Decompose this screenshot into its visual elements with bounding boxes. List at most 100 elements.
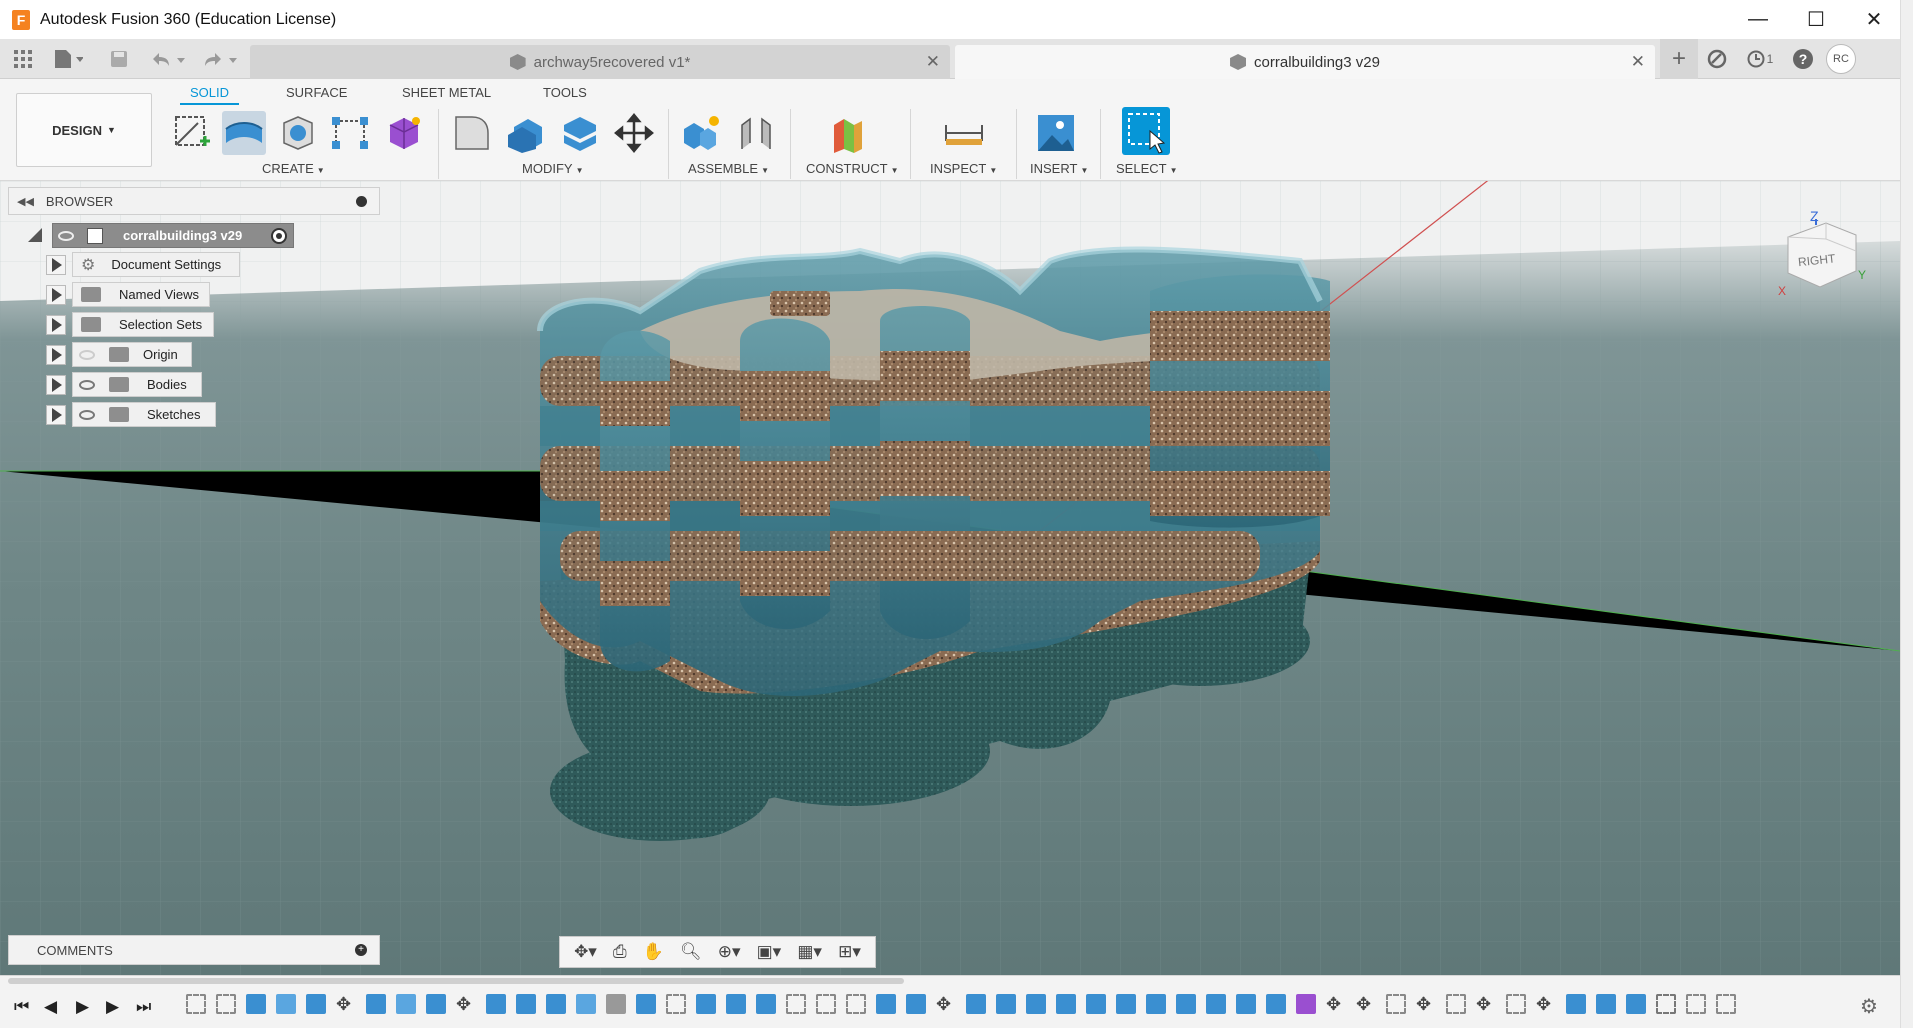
tab-tools[interactable]: TOOLS <box>543 85 587 105</box>
pan-hand-icon[interactable]: ✋ <box>643 942 664 962</box>
timeline-shell-icon[interactable] <box>396 994 416 1014</box>
timeline-sketch-icon[interactable] <box>666 994 686 1014</box>
press-pull-icon[interactable] <box>504 111 548 155</box>
group-select[interactable]: SELECT ▼ <box>1116 161 1178 176</box>
timeline-move-icon[interactable]: ✥ <box>936 994 956 1014</box>
move-copy-icon[interactable] <box>612 111 656 155</box>
timeline-settings-gear-icon[interactable]: ⚙ <box>1860 994 1878 1019</box>
timeline-extrude-icon[interactable] <box>756 994 776 1014</box>
timeline-extrude-icon[interactable] <box>726 994 746 1014</box>
timeline-extrude-icon[interactable] <box>1116 994 1136 1014</box>
maximize-button[interactable]: ☐ <box>1787 0 1845 39</box>
timeline-extrude-icon[interactable] <box>426 994 446 1014</box>
timeline-scrollbar[interactable] <box>8 978 904 984</box>
expand-triangle-icon[interactable] <box>46 285 66 305</box>
timeline-extrude-icon[interactable] <box>1266 994 1286 1014</box>
activate-radio-icon[interactable] <box>271 228 287 244</box>
timeline-move-icon[interactable]: ✥ <box>1476 994 1496 1014</box>
help-button[interactable]: ? <box>1784 39 1822 79</box>
expand-triangle-icon[interactable] <box>46 255 66 275</box>
timeline-extrude-icon[interactable] <box>1146 994 1166 1014</box>
timeline-extrude-icon[interactable] <box>1596 994 1616 1014</box>
timeline-extrude-icon[interactable] <box>486 994 506 1014</box>
display-settings-icon[interactable]: ▣▾ <box>757 942 782 962</box>
tab-archway5recovered[interactable]: archway5recovered v1* ✕ <box>250 45 950 79</box>
timeline-move-icon[interactable]: ✥ <box>1356 994 1376 1014</box>
timeline-pattern-icon[interactable] <box>1656 994 1676 1014</box>
new-tab-button[interactable]: + <box>1660 39 1698 79</box>
root-collapse-triangle-icon[interactable] <box>28 228 42 242</box>
hidden-eye-icon[interactable] <box>79 350 95 360</box>
timeline-shell-icon[interactable] <box>276 994 296 1014</box>
timeline-move-icon[interactable]: ✥ <box>456 994 476 1014</box>
minimize-button[interactable]: — <box>1729 0 1787 39</box>
group-create[interactable]: CREATE ▼ <box>262 161 325 176</box>
expand-triangle-icon[interactable] <box>46 315 66 335</box>
timeline-extrude-icon[interactable] <box>306 994 326 1014</box>
timeline-move-icon[interactable]: ✥ <box>336 994 356 1014</box>
group-inspect[interactable]: INSPECT ▼ <box>930 161 997 176</box>
offset-plane-icon[interactable] <box>826 111 870 155</box>
browser-panel-header[interactable]: ◀◀ BROWSER <box>8 187 380 215</box>
group-assemble[interactable]: ASSEMBLE ▼ <box>688 161 769 176</box>
timeline-extrude-icon[interactable] <box>636 994 656 1014</box>
timeline-sketch-icon[interactable] <box>186 994 206 1014</box>
timeline-joint-icon[interactable] <box>1506 994 1526 1014</box>
tree-item-origin[interactable]: Origin <box>72 342 192 367</box>
group-modify[interactable]: MODIFY ▼ <box>522 161 583 176</box>
visibility-eye-icon[interactable] <box>58 231 74 241</box>
undo-icon[interactable] <box>146 39 190 79</box>
zoom-icon[interactable]: 🔍︎ <box>680 942 702 962</box>
tree-item-selection-sets[interactable]: Selection Sets <box>72 312 214 337</box>
timeline-extrude-icon[interactable] <box>1026 994 1046 1014</box>
timeline-extrude-icon[interactable] <box>876 994 896 1014</box>
timeline-sketch-icon[interactable] <box>846 994 866 1014</box>
step-forward-icon[interactable]: ▶ <box>106 997 119 1017</box>
visibility-eye-icon[interactable] <box>79 380 95 390</box>
close-tab-icon[interactable]: ✕ <box>1631 52 1645 72</box>
close-button[interactable]: ✕ <box>1845 0 1903 39</box>
tab-corralbuilding3[interactable]: corralbuilding3 v29 ✕ <box>955 45 1655 79</box>
shell-icon[interactable] <box>276 111 320 155</box>
measure-icon[interactable] <box>942 111 986 155</box>
select-icon[interactable] <box>1122 107 1170 155</box>
go-to-start-icon[interactable]: ⏮ <box>14 997 29 1017</box>
timeline-extrude-icon[interactable] <box>1056 994 1076 1014</box>
fillet-icon[interactable] <box>450 111 494 155</box>
workspace-switcher[interactable]: DESIGN ▼ <box>16 93 152 167</box>
timeline-extrude-icon[interactable] <box>1086 994 1106 1014</box>
timeline-extrude-icon[interactable] <box>996 994 1016 1014</box>
timeline-shell-icon[interactable] <box>576 994 596 1014</box>
collapse-panel-icon[interactable]: ◀◀ <box>17 195 34 208</box>
create-form-icon[interactable] <box>382 111 426 155</box>
fit-icon[interactable]: ⊕▾ <box>718 942 741 962</box>
tab-solid[interactable]: SOLID <box>180 85 240 105</box>
joint-icon[interactable] <box>734 111 778 155</box>
timeline-move-icon[interactable]: ✥ <box>1536 994 1556 1014</box>
expand-triangle-icon[interactable] <box>46 345 66 365</box>
play-icon[interactable]: ▶ <box>76 997 89 1017</box>
timeline-extrude-icon[interactable] <box>1176 994 1196 1014</box>
group-insert[interactable]: INSERT ▼ <box>1030 161 1088 176</box>
extensions-icon[interactable] <box>1698 39 1736 79</box>
timeline-sketch-icon[interactable] <box>816 994 836 1014</box>
insert-image-icon[interactable] <box>1034 111 1078 155</box>
look-at-icon[interactable]: ⎙ <box>613 942 627 962</box>
expand-triangle-icon[interactable] <box>46 405 66 425</box>
timeline-move-icon[interactable]: ✥ <box>1416 994 1436 1014</box>
timeline-joint-icon[interactable] <box>1686 994 1706 1014</box>
timeline-extrude-icon[interactable] <box>516 994 536 1014</box>
tree-root-node[interactable]: corralbuilding3 v29 <box>52 223 294 248</box>
timeline-sketch-icon[interactable] <box>786 994 806 1014</box>
pattern-icon[interactable] <box>328 111 372 155</box>
timeline-joint-icon[interactable] <box>1716 994 1736 1014</box>
close-tab-icon[interactable]: ✕ <box>926 52 940 72</box>
tab-sheet-metal[interactable]: SHEET METAL <box>402 85 491 105</box>
go-to-end-icon[interactable]: ⏭ <box>136 997 151 1017</box>
timeline-extrude-icon[interactable] <box>546 994 566 1014</box>
file-menu-icon[interactable] <box>48 39 88 79</box>
extrude-icon[interactable] <box>222 111 266 155</box>
split-body-icon[interactable] <box>558 111 602 155</box>
timeline-sketch-icon[interactable] <box>216 994 236 1014</box>
timeline-joint-icon[interactable] <box>1446 994 1466 1014</box>
